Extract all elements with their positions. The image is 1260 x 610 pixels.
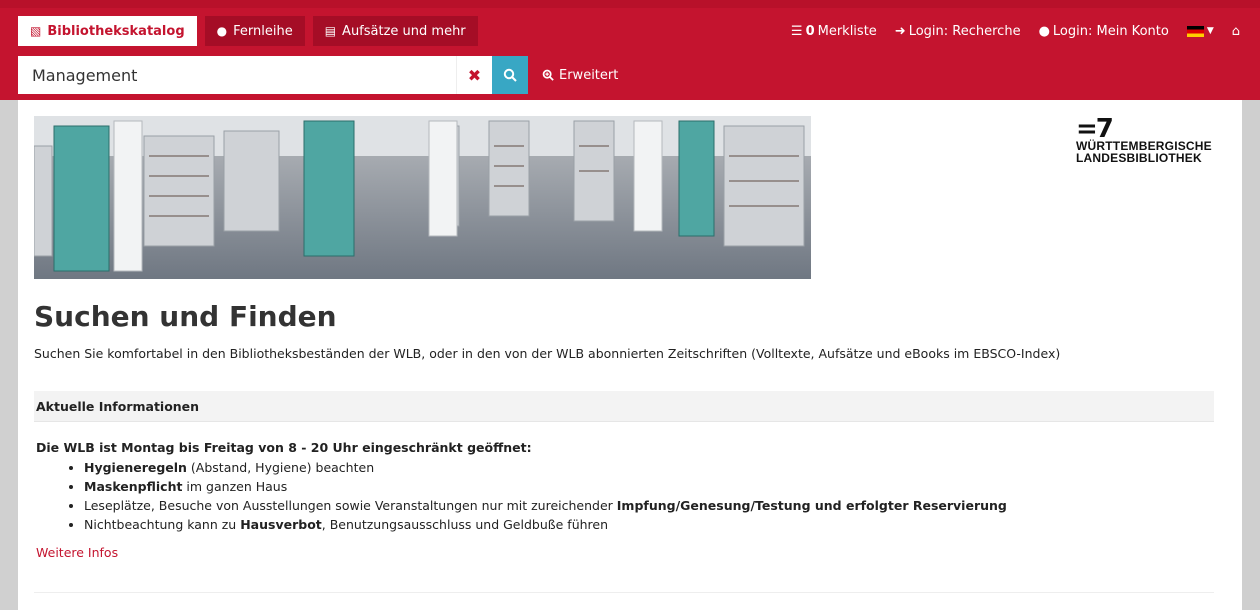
clear-search-button[interactable]: ✖	[456, 56, 492, 94]
advanced-search-label: Erweitert	[559, 67, 619, 83]
opening-hours-notice: Die WLB ist Montag bis Freitag von 8 - 2…	[36, 440, 532, 455]
list-item-bold: Hausverbot	[240, 517, 322, 532]
login-konto-label: Login: Mein Konto	[1052, 23, 1169, 39]
sign-in-icon: ➜	[894, 23, 906, 39]
caret-down-icon: ▼	[1206, 26, 1214, 36]
list-item-bold: Hygieneregeln	[84, 460, 187, 475]
list-item: Maskenpflicht im ganzen Haus	[84, 477, 1214, 496]
rules-list: Hygieneregeln (Abstand, Hygiene) beachte…	[34, 458, 1214, 534]
list-item: Hygieneregeln (Abstand, Hygiene) beachte…	[84, 458, 1214, 477]
top-navigation-bar: ▧ Bibliothekskatalog ● Fernleihe ▤ Aufsä…	[0, 0, 1260, 100]
home-link[interactable]: ⌂	[1232, 24, 1240, 39]
tab-label: Aufsätze und mehr	[342, 23, 466, 39]
tab-fernleihe[interactable]: ● Fernleihe	[204, 16, 305, 46]
tab-label: Bibliothekskatalog	[47, 23, 185, 39]
book-icon: ▧	[30, 24, 42, 38]
tab-aufsaetze[interactable]: ▤ Aufsätze und mehr	[312, 16, 478, 46]
list-item-text: im ganzen Haus	[182, 479, 288, 494]
search-input[interactable]	[18, 56, 456, 94]
list-item-text: (Abstand, Hygiene) beachten	[186, 460, 375, 475]
page-title: Suchen und Finden	[34, 300, 337, 333]
wlb-logo: =7 WÜRTTEMBERGISCHE LANDESBIBLIOTHEK	[1076, 114, 1226, 165]
catalog-tabs: ▧ Bibliothekskatalog ● Fernleihe ▤ Aufsä…	[18, 16, 486, 46]
home-icon: ⌂	[1231, 23, 1240, 39]
list-item-bold: Impfung/Genesung/Testung und erfolgter R…	[616, 498, 1007, 513]
main-content: =7 WÜRTTEMBERGISCHE LANDESBIBLIOTHEK Suc…	[18, 100, 1242, 610]
tab-bibliothekskatalog[interactable]: ▧ Bibliothekskatalog	[18, 16, 197, 46]
merkliste-label: Merkliste	[817, 23, 877, 39]
search-row: ✖ Erweitert	[18, 56, 618, 94]
zoom-in-icon	[542, 69, 554, 81]
list-icon: ☰	[790, 23, 803, 39]
newspaper-icon: ▤	[324, 24, 337, 38]
library-banner-image	[34, 116, 811, 279]
list-item-bold: Maskenpflicht	[84, 479, 183, 494]
logo-mark: =7	[1076, 114, 1114, 144]
login-konto-link[interactable]: ● Login: Mein Konto	[1039, 24, 1169, 39]
logo-line-2: LANDESBIBLIOTHEK	[1076, 151, 1202, 165]
info-panel-body: Die WLB ist Montag bis Freitag von 8 - 2…	[34, 438, 1214, 562]
login-recherche-label: Login: Recherche	[908, 23, 1021, 39]
user-icon: ●	[1038, 23, 1050, 39]
tab-label: Fernleihe	[233, 23, 293, 39]
list-item: Leseplätze, Besuche von Ausstellungen so…	[84, 496, 1214, 515]
merkliste-count: 0	[805, 23, 815, 39]
close-icon: ✖	[467, 65, 482, 85]
page-scrollbar[interactable]	[1242, 100, 1260, 610]
list-item: Nichtbeachtung kann zu Hausverbot, Benut…	[84, 515, 1214, 534]
list-item-text: Leseplätze, Besuche von Ausstellungen so…	[84, 498, 617, 513]
list-item-text: , Benutzungsausschluss und Geldbuße führ…	[321, 517, 609, 532]
user-navigation: ☰ 0 Merkliste ➜ Login: Recherche ● Login…	[773, 16, 1240, 46]
globe-icon: ●	[216, 24, 228, 38]
search-button[interactable]	[492, 56, 528, 94]
merkliste-link[interactable]: ☰ 0 Merkliste	[791, 24, 877, 39]
list-item-text: Nichtbeachtung kann zu	[84, 517, 241, 532]
login-recherche-link[interactable]: ➜ Login: Recherche	[895, 24, 1021, 39]
library-shelves-photo	[34, 116, 811, 279]
advanced-search-link[interactable]: Erweitert	[542, 68, 618, 83]
info-panel-heading: Aktuelle Informationen	[34, 391, 1214, 422]
divider	[34, 592, 1214, 593]
german-flag-icon	[1186, 25, 1204, 37]
intro-text: Suchen Sie komfortabel in den Bibliothek…	[34, 346, 1061, 361]
search-icon	[503, 68, 517, 82]
language-dropdown[interactable]: ▼	[1186, 25, 1214, 37]
more-info-link[interactable]: Weitere Infos	[36, 543, 1214, 562]
